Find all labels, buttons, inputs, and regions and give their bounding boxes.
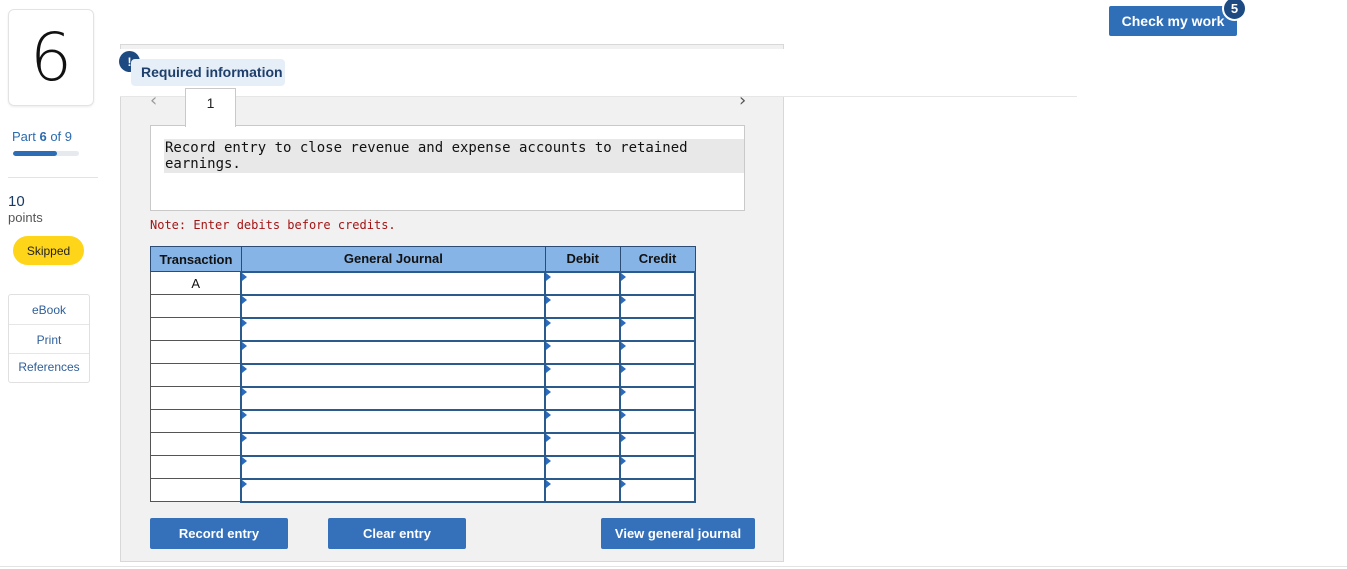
column-header-credit: Credit xyxy=(619,246,696,272)
part-indicator: Part 6 of 9 xyxy=(12,129,72,144)
account-select[interactable] xyxy=(240,408,547,434)
table-row xyxy=(150,408,696,434)
part-prefix: Part xyxy=(12,129,40,144)
bottom-divider xyxy=(0,566,1347,567)
table-row xyxy=(150,316,696,342)
credit-input[interactable] xyxy=(619,293,696,319)
ebook-link[interactable]: eBook xyxy=(9,295,89,325)
credit-input[interactable] xyxy=(619,270,696,296)
account-select[interactable] xyxy=(240,431,547,457)
transaction-cell xyxy=(150,340,242,364)
account-select[interactable] xyxy=(240,293,547,319)
points-value: 10 xyxy=(8,193,25,210)
credit-input[interactable] xyxy=(619,316,696,342)
transaction-cell xyxy=(150,317,242,341)
debit-input[interactable] xyxy=(544,293,622,319)
print-link[interactable]: Print xyxy=(9,325,89,354)
table-row xyxy=(150,454,696,480)
references-link[interactable]: References xyxy=(9,354,89,382)
account-select[interactable] xyxy=(240,270,547,296)
resources-panel: eBook Print References xyxy=(8,294,90,383)
debit-input[interactable] xyxy=(544,339,622,365)
record-entry-button[interactable]: Record entry xyxy=(150,518,288,549)
column-header-transaction: Transaction xyxy=(150,246,242,272)
points-label: points xyxy=(8,210,43,225)
account-select[interactable] xyxy=(240,477,547,503)
account-select[interactable] xyxy=(240,362,547,388)
debit-input[interactable] xyxy=(544,477,622,503)
instruction-text: Record entry to close revenue and expens… xyxy=(164,139,744,173)
table-row: A xyxy=(150,270,696,296)
debit-input[interactable] xyxy=(544,270,622,296)
debit-input[interactable] xyxy=(544,408,622,434)
debit-input[interactable] xyxy=(544,385,622,411)
transaction-cell xyxy=(150,294,242,318)
transaction-cell xyxy=(150,455,242,479)
table-row xyxy=(150,431,696,457)
clear-entry-button[interactable]: Clear entry xyxy=(328,518,466,549)
transaction-cell xyxy=(150,363,242,387)
debit-input[interactable] xyxy=(544,454,622,480)
rail-divider xyxy=(8,177,98,178)
journal-entry-table: Transaction General Journal Debit Credit… xyxy=(150,246,696,503)
credit-input[interactable] xyxy=(619,339,696,365)
credit-input[interactable] xyxy=(619,454,696,480)
chevron-right-icon[interactable]: › xyxy=(739,90,746,111)
debit-input[interactable] xyxy=(544,316,622,342)
account-select[interactable] xyxy=(240,454,547,480)
credit-input[interactable] xyxy=(619,408,696,434)
credit-input[interactable] xyxy=(619,431,696,457)
column-header-general-journal: General Journal xyxy=(240,246,546,272)
question-number: 6 xyxy=(30,18,72,96)
status-badge: Skipped xyxy=(13,236,84,265)
credit-input[interactable] xyxy=(619,477,696,503)
credit-input[interactable] xyxy=(619,385,696,411)
note-text: Note: Enter debits before credits. xyxy=(150,218,396,232)
check-my-work-button[interactable]: Check my work xyxy=(1109,6,1237,36)
check-count-badge: 5 xyxy=(1222,0,1247,21)
credit-input[interactable] xyxy=(619,362,696,388)
transaction-cell xyxy=(150,409,242,433)
account-select[interactable] xyxy=(240,316,547,342)
table-row xyxy=(150,293,696,319)
account-select[interactable] xyxy=(240,339,547,365)
question-number-box: 6 xyxy=(8,9,94,106)
table-row xyxy=(150,339,696,365)
table-header-row: Transaction General Journal Debit Credit xyxy=(150,246,696,272)
part-total: 9 xyxy=(64,129,73,144)
table-row xyxy=(150,477,696,503)
transaction-cell xyxy=(150,386,242,410)
instruction-box: Record entry to close revenue and expens… xyxy=(150,125,745,211)
part-current: 6 xyxy=(39,129,47,144)
transaction-cell xyxy=(150,478,242,502)
part-progress-fill xyxy=(13,151,58,156)
tab-1[interactable]: 1 xyxy=(185,88,236,127)
debit-input[interactable] xyxy=(544,362,622,388)
part-progress-bar xyxy=(13,151,79,156)
transaction-cell xyxy=(150,432,242,456)
column-header-debit: Debit xyxy=(544,246,621,272)
transaction-cell: A xyxy=(150,271,242,295)
part-separator: of xyxy=(46,129,65,144)
table-row xyxy=(150,362,696,388)
required-information-toggle[interactable]: Required information xyxy=(131,59,285,86)
view-general-journal-button[interactable]: View general journal xyxy=(601,518,755,549)
debit-input[interactable] xyxy=(544,431,622,457)
chevron-left-icon[interactable]: ‹ xyxy=(150,90,157,111)
account-select[interactable] xyxy=(240,385,547,411)
table-row xyxy=(150,385,696,411)
